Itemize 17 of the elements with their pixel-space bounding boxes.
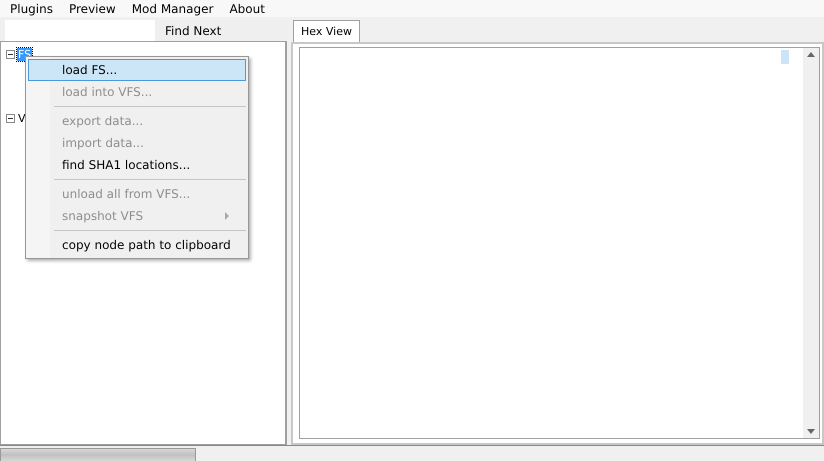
scroll-down-icon[interactable] <box>807 429 815 434</box>
menu-item[interactable]: Preview <box>60 0 124 17</box>
menu-item[interactable]: Plugins <box>2 0 61 17</box>
scrollbar[interactable] <box>803 48 819 438</box>
text-cursor <box>781 50 789 64</box>
menu-item[interactable]: copy node path to clipboard <box>28 234 246 256</box>
scroll-up-icon[interactable] <box>807 52 815 57</box>
submenu-arrow-icon <box>225 212 229 220</box>
menu-item[interactable]: load FS... <box>28 59 246 81</box>
menu-item[interactable]: Mod Manager <box>124 0 222 17</box>
tree-node[interactable]: V <box>17 112 27 124</box>
collapse-icon[interactable] <box>6 114 15 122</box>
collapse-icon[interactable] <box>6 50 15 58</box>
tab[interactable]: Hex View <box>293 20 360 42</box>
menu-item[interactable]: find SHA1 locations... <box>28 154 246 176</box>
menu-item[interactable]: About <box>221 0 273 17</box>
search-field[interactable] <box>5 20 155 41</box>
